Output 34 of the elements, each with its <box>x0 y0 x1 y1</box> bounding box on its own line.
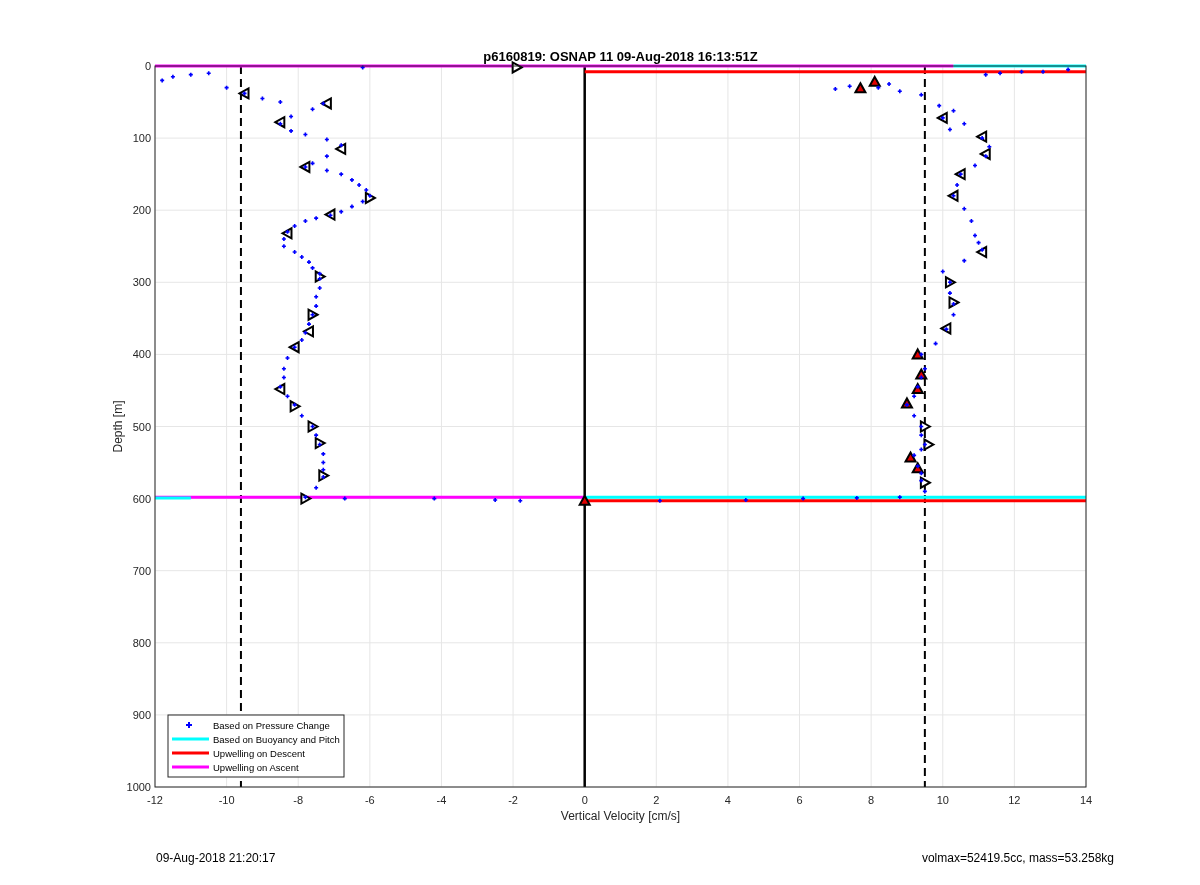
x-tick-label: -6 <box>364 794 375 806</box>
y-tick-label: 400 <box>132 348 151 361</box>
y-tick-label: 1000 <box>126 781 151 793</box>
legend-label: Upwelling on Descent <box>213 747 305 759</box>
y-tick-label: 700 <box>132 564 151 577</box>
chart-title: p6160819: OSNAP 11 09-Aug-2018 16:13:51Z <box>483 49 758 64</box>
legend-label: Upwelling on Ascent <box>213 761 299 773</box>
x-tick-label: -10 <box>218 794 235 806</box>
y-tick-label: 200 <box>132 204 151 217</box>
timestamp-text: 09-Aug-2018 21:20:17 <box>156 851 276 865</box>
x-tick-label: -4 <box>436 794 447 806</box>
y-tick-label: 300 <box>132 276 151 289</box>
x-tick-label: -12 <box>147 794 163 806</box>
y-tick-label: 600 <box>132 492 151 505</box>
x-tick-label: 8 <box>868 794 875 806</box>
volume-mass-text: volmax=52419.5cc, mass=53.258kg <box>921 851 1114 865</box>
y-tick-label: 800 <box>132 636 151 649</box>
y-axis-label: Depth [m] <box>111 400 125 453</box>
x-tick-label: -2 <box>508 794 518 806</box>
y-tick-label: 500 <box>132 420 151 433</box>
x-tick-label: 4 <box>724 794 731 806</box>
x-tick-label: 14 <box>1079 794 1093 806</box>
legend-label: Based on Pressure Change <box>213 719 330 731</box>
x-tick-label: 10 <box>936 794 949 806</box>
y-tick-label: 0 <box>144 60 151 72</box>
x-tick-label: 6 <box>796 794 803 806</box>
x-tick-label: -8 <box>293 794 304 806</box>
x-tick-label: 2 <box>653 794 660 806</box>
x-tick-label: 12 <box>1008 794 1021 806</box>
y-tick-label: 100 <box>132 132 151 145</box>
x-axis-label: Vertical Velocity [cm/s] <box>560 809 681 823</box>
x-tick-label: 0 <box>581 794 588 806</box>
y-tick-label: 900 <box>132 708 151 721</box>
legend-label: Based on Buoyancy and Pitch <box>213 733 340 745</box>
